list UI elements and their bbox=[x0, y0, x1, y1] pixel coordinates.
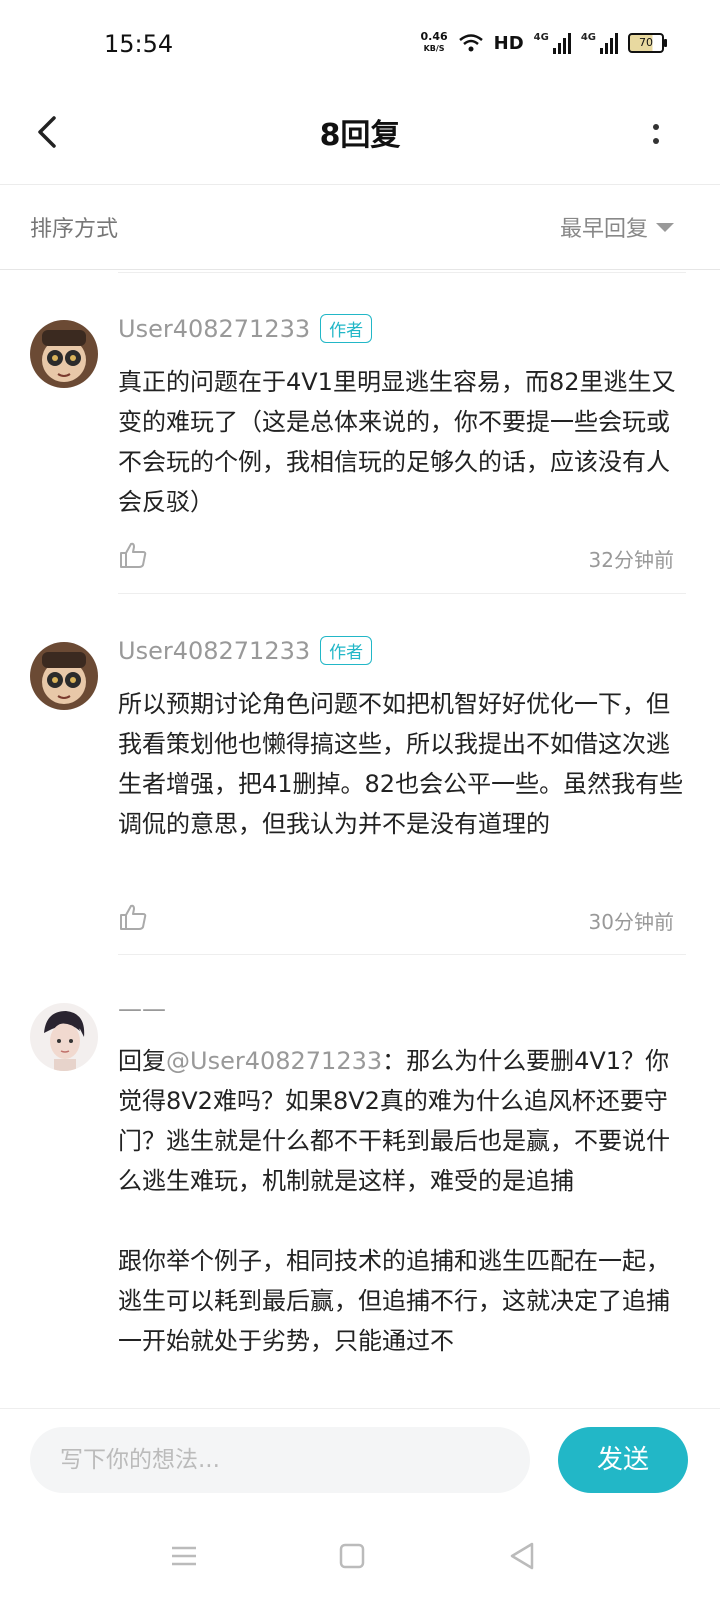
sort-dropdown[interactable]: 最早回复 bbox=[560, 211, 674, 243]
thumbs-up-icon bbox=[120, 542, 147, 568]
signal-icon-1: 4G bbox=[534, 32, 571, 54]
comment-input[interactable]: 写下你的想法... bbox=[30, 1427, 530, 1493]
comment-text: 所以预期讨论角色问题不如把机智好好优化一下，但我看策划他也懒得搞这些，所以我提出… bbox=[118, 690, 684, 838]
username[interactable]: User408271233 bbox=[118, 315, 310, 343]
comment-text: 回复@User408271233：那么为什么要删4V1？你觉得8V2难吗？如果8… bbox=[118, 1041, 688, 1361]
reply-list[interactable]: User408271233 作者 真正的问题在于4V1里明显逃生容易，而82里逃… bbox=[0, 272, 720, 1408]
author-badge: 作者 bbox=[320, 636, 373, 665]
more-button[interactable] bbox=[644, 112, 668, 156]
avatar[interactable] bbox=[30, 1003, 98, 1071]
reply-mention[interactable]: @User408271233 bbox=[166, 1047, 382, 1075]
nav-home-button[interactable] bbox=[334, 1538, 370, 1574]
sort-bar: 排序方式 最早回复 bbox=[0, 185, 720, 270]
hd-indicator: HD bbox=[493, 32, 524, 54]
avatar[interactable] bbox=[30, 320, 98, 388]
more-vertical-icon bbox=[653, 124, 659, 130]
square-icon bbox=[339, 1543, 365, 1569]
avatar-image bbox=[30, 642, 98, 710]
comment-text: 真正的问题在于4V1里明显逃生容易，而82里逃生又变的难玩了（这是总体来说的，你… bbox=[118, 368, 676, 516]
avatar-image bbox=[30, 320, 98, 388]
username-row: —— bbox=[118, 995, 166, 1023]
username-row: User408271233 作者 bbox=[118, 636, 373, 665]
send-button[interactable]: 发送 bbox=[558, 1427, 688, 1493]
comment-composer: 写下你的想法... 发送 bbox=[0, 1408, 720, 1515]
nav-back-button[interactable] bbox=[504, 1538, 540, 1574]
divider bbox=[118, 593, 686, 594]
menu-icon bbox=[172, 1546, 196, 1566]
username-row: User408271233 作者 bbox=[118, 314, 373, 343]
sort-selected: 最早回复 bbox=[559, 217, 648, 242]
signal-icon-2: 4G bbox=[581, 32, 618, 54]
divider bbox=[118, 954, 686, 955]
status-icons: 0.46 KB/S HD 4G 4G 70 bbox=[420, 28, 667, 58]
top-bar: 8回复 bbox=[0, 88, 720, 185]
network-speed: 0.46 KB/S bbox=[420, 30, 448, 54]
like-button[interactable] bbox=[118, 540, 148, 570]
avatar-image bbox=[30, 1003, 98, 1071]
status-time: 15:54 bbox=[104, 30, 174, 58]
comment-time: 30分钟前 bbox=[588, 910, 674, 934]
wifi-icon bbox=[458, 34, 483, 52]
avatar[interactable] bbox=[30, 642, 98, 710]
divider bbox=[118, 272, 686, 273]
sort-label: 排序方式 bbox=[30, 217, 119, 242]
reply-body: ：那么为什么要删4V1？你觉得8V2难吗？如果8V2真的难为什么追风杯还要守门？… bbox=[118, 1047, 670, 1355]
nav-menu-button[interactable] bbox=[166, 1538, 202, 1574]
status-bar: 15:54 0.46 KB/S HD 4G 4G 70 bbox=[0, 0, 720, 88]
page-title: 8回复 bbox=[319, 118, 401, 153]
thumbs-up-icon bbox=[120, 904, 147, 930]
caret-down-icon bbox=[656, 222, 674, 232]
triangle-back-icon bbox=[510, 1542, 534, 1570]
username[interactable]: —— bbox=[118, 995, 166, 1023]
comment-time: 32分钟前 bbox=[588, 548, 674, 572]
like-button[interactable] bbox=[118, 902, 148, 932]
username[interactable]: User408271233 bbox=[118, 637, 310, 665]
system-nav-bar bbox=[0, 1514, 720, 1600]
reply-prefix: 回复 bbox=[118, 1047, 166, 1075]
battery-icon: 70 bbox=[628, 33, 667, 53]
author-badge: 作者 bbox=[320, 314, 373, 343]
